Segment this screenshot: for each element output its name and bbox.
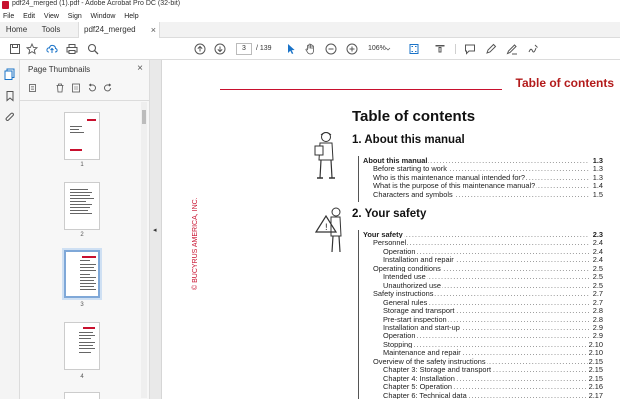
save-icon[interactable] bbox=[8, 42, 22, 56]
toc-entry-page: 1.5 bbox=[591, 189, 603, 199]
left-navigation-rail bbox=[0, 60, 20, 399]
upload-cloud-icon[interactable] bbox=[45, 42, 59, 56]
star-icon[interactable] bbox=[25, 42, 39, 56]
copyright-vertical-text: © BUCYRUS AMERICA, INC. bbox=[192, 197, 199, 290]
main-toolbar: 3 / 139 106% bbox=[0, 38, 620, 60]
worker-warning-sign-illustration: ! bbox=[314, 207, 342, 253]
rotate-right-icon[interactable] bbox=[102, 82, 114, 94]
title-bar: pdf24_merged (1).pdf - Adobe Acrobat Pro… bbox=[0, 0, 620, 10]
zoom-search-icon[interactable] bbox=[86, 42, 100, 56]
panel-close-icon[interactable]: × bbox=[137, 63, 143, 74]
options-menu-icon[interactable] bbox=[26, 82, 42, 94]
page-thumbnail-4[interactable] bbox=[64, 322, 100, 370]
window-title: pdf24_merged (1).pdf - Adobe Acrobat Pro… bbox=[12, 0, 181, 7]
bookmark-icon[interactable] bbox=[4, 90, 16, 102]
section-title-1: 1. About this manual bbox=[352, 134, 465, 146]
page-thumbnail-2-label: 2 bbox=[80, 232, 84, 238]
panel-divider bbox=[20, 100, 149, 101]
collapse-arrow-icon: ◂ bbox=[153, 227, 157, 234]
header-rule bbox=[220, 89, 502, 90]
toc-entry-title: Characters and symbols bbox=[373, 189, 454, 199]
tab-tools[interactable]: Tools bbox=[33, 22, 69, 38]
worker-reading-illustration bbox=[314, 132, 335, 179]
svg-text:!: ! bbox=[325, 223, 329, 233]
page-thumbnail-1[interactable] bbox=[64, 112, 100, 160]
tab-bar: Home Tools pdf24_merged (1).p... × bbox=[0, 22, 620, 50]
menu-bar: File Edit View Sign Window Help bbox=[0, 10, 620, 22]
tab-document[interactable]: pdf24_merged (1).p... × bbox=[78, 22, 160, 50]
hand-tool-icon[interactable] bbox=[303, 42, 317, 56]
page-thumbnail-1-label: 1 bbox=[80, 162, 84, 168]
toc-section-2: ........................................… bbox=[358, 230, 603, 399]
toc-section-1: ........................................… bbox=[358, 156, 603, 202]
chevron-down-icon[interactable] bbox=[384, 42, 392, 56]
page-number-input[interactable]: 3 bbox=[236, 43, 252, 55]
page-thumbnails-panel: Page Thumbnails × 1 2 3 4 bbox=[20, 60, 150, 399]
delete-page-icon[interactable] bbox=[54, 82, 66, 94]
panel-title: Page Thumbnails bbox=[28, 65, 91, 74]
toc-entry-page: 2.17 bbox=[587, 390, 603, 399]
scrollbar-thumb[interactable] bbox=[142, 110, 146, 124]
page-thumbnail-3-selected[interactable] bbox=[62, 248, 102, 300]
read-mode-icon[interactable] bbox=[433, 42, 447, 56]
comment-icon[interactable] bbox=[463, 42, 477, 56]
page-thumbnails-icon[interactable] bbox=[4, 68, 16, 80]
zoom-in-icon[interactable] bbox=[345, 42, 359, 56]
page-title: Table of contents bbox=[352, 108, 476, 125]
tab-close-icon[interactable]: × bbox=[151, 22, 156, 38]
highlight-pen-icon[interactable] bbox=[484, 42, 498, 56]
thumbnail-scrollbar[interactable] bbox=[141, 102, 147, 398]
page-thumbnail-2[interactable] bbox=[64, 182, 100, 230]
rotate-left-icon[interactable] bbox=[86, 82, 98, 94]
page-down-icon[interactable] bbox=[213, 42, 227, 56]
page-up-icon[interactable] bbox=[193, 42, 207, 56]
page-thumbnail-3-label: 3 bbox=[80, 302, 84, 308]
attachment-icon[interactable] bbox=[4, 112, 16, 124]
select-cursor-icon[interactable] bbox=[284, 42, 298, 56]
sign-icon[interactable] bbox=[526, 42, 540, 56]
print-icon[interactable] bbox=[65, 42, 79, 56]
zoom-out-icon[interactable] bbox=[324, 42, 338, 56]
toolbar-separator bbox=[455, 44, 456, 54]
section-title-2: 2. Your safety bbox=[352, 208, 427, 220]
extract-page-icon[interactable] bbox=[70, 82, 82, 94]
tab-home[interactable]: Home bbox=[0, 22, 33, 38]
page-thumbnail-5[interactable] bbox=[64, 392, 100, 399]
page-total: / 139 bbox=[256, 45, 272, 52]
toc-entry[interactable]: ........................................… bbox=[359, 189, 603, 199]
acrobat-app-icon bbox=[2, 1, 9, 9]
toc-entry-title: Chapter 6: Technical data bbox=[383, 390, 468, 399]
panel-collapse-handle[interactable]: ◂ bbox=[150, 60, 162, 399]
toc-entry[interactable]: ........................................… bbox=[359, 390, 603, 399]
running-header: Table of contents bbox=[515, 76, 614, 90]
page-thumbnail-4-label: 4 bbox=[80, 374, 84, 380]
fit-page-icon[interactable] bbox=[407, 42, 421, 56]
document-view[interactable]: Table of contents Table of contents 1. A… bbox=[162, 60, 620, 399]
draw-icon[interactable] bbox=[505, 42, 519, 56]
